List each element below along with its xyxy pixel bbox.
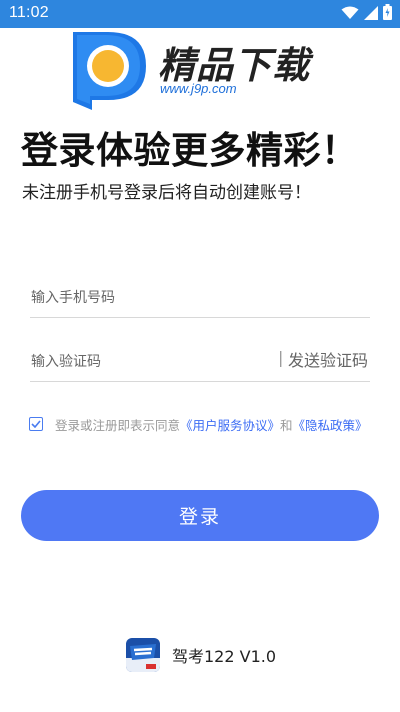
phone-field-row [30,280,370,318]
code-field-row: | 发送验证码 [30,344,370,382]
app-version: 驾考122 V1.0 [172,647,277,666]
login-button[interactable]: 登录 [21,490,379,541]
battery-icon [383,4,392,24]
agreement-text: 登录或注册即表示同意 [55,417,181,433]
terms-link[interactable]: 《用户服务协议》 [180,415,280,434]
site-logo: 精品下载 www.j9p.com [70,26,330,112]
wifi-icon [341,5,359,24]
status-icons [341,4,392,24]
logo-p-mark-icon [73,32,146,110]
footer: 驾考122 V1.0 [126,638,276,672]
code-divider: | [278,348,284,367]
verification-code-input[interactable] [30,344,260,380]
phone-input[interactable] [30,280,260,316]
agreement-row: 登录或注册即表示同意 《用户服务协议》 和 《隐私政策》 [29,414,368,434]
app-icon [126,638,160,672]
page-subtitle: 未注册手机号登录后将自动创建账号！ [22,183,311,203]
logo-url: www.j9p.com [160,81,237,96]
checkmark-icon [31,420,41,428]
agreement-checkbox[interactable] [29,417,43,431]
agreement-conjunction: 和 [280,417,293,433]
privacy-link[interactable]: 《隐私政策》 [293,415,368,434]
send-code-button[interactable]: 发送验证码 [288,347,368,371]
status-bar: 11:02 [0,0,400,28]
page-title: 登录体验更多精彩！ [21,129,359,172]
status-time: 11:02 [9,4,49,21]
signal-icon [364,5,378,24]
